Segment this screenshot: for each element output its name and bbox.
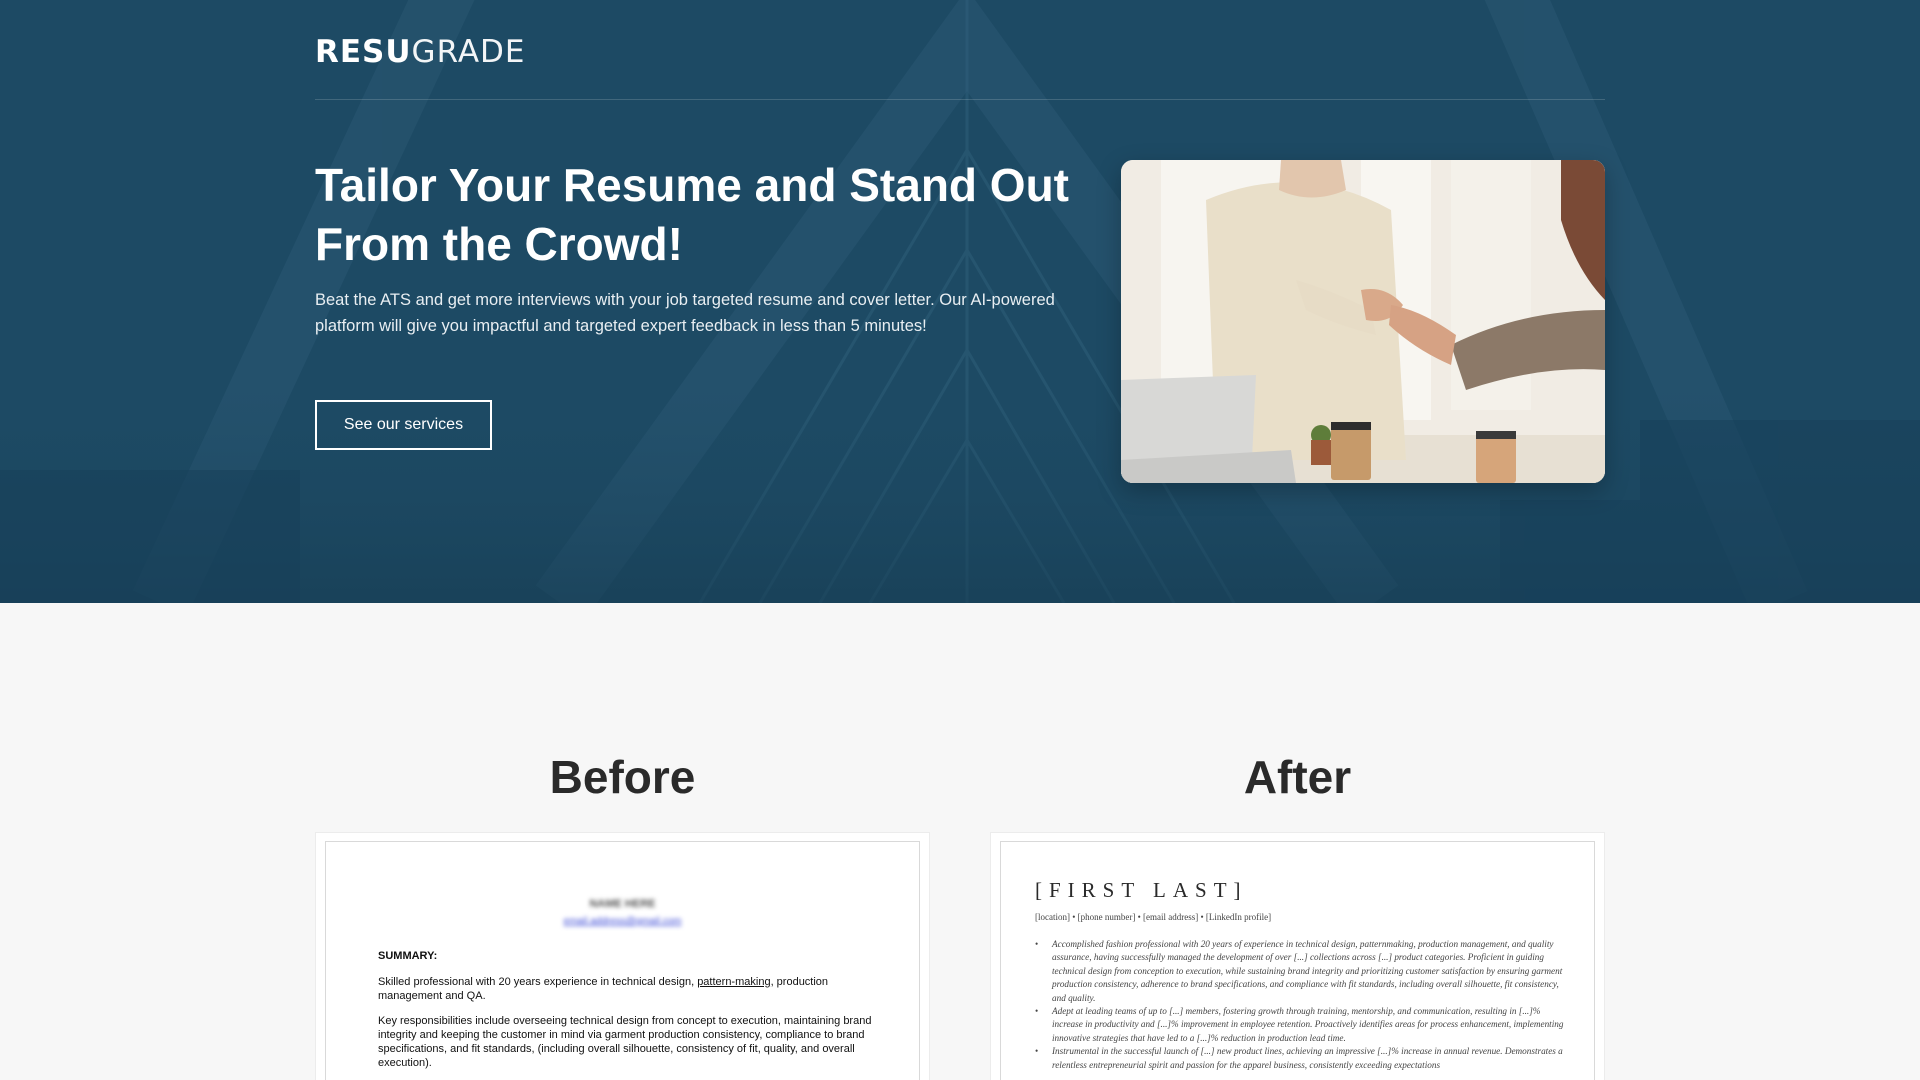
- handshake-image: [1121, 160, 1605, 483]
- resume-name-blurred: NAME HERE: [589, 898, 656, 910]
- list-item: Accomplished fashion professional with 2…: [1035, 938, 1565, 1005]
- resume-email-blurred: email.address@gmail.com: [563, 916, 682, 927]
- logo[interactable]: RESUGRADE: [315, 34, 526, 70]
- after-heading: After: [1243, 751, 1352, 803]
- header-divider: [315, 99, 1605, 100]
- summary-link-text: pattern-making: [697, 976, 771, 988]
- list-item: Adept at leading teams of up to [...] me…: [1035, 1005, 1565, 1045]
- handshake-photo-icon: [1121, 160, 1605, 483]
- before-resume-card: NAME HERE email.address@gmail.com SUMMAR…: [315, 832, 930, 1080]
- resume-contact-line: [location] • [phone number] • [email add…: [1035, 912, 1272, 922]
- resume-name-placeholder: [FIRST LAST]: [1035, 878, 1248, 902]
- hero-section: RESUGRADE Tailor Your Resume and Stand O…: [0, 0, 1920, 603]
- before-heading: Before: [549, 751, 696, 803]
- after-resume-card: [FIRST LAST] [location] • [phone number]…: [990, 832, 1605, 1080]
- summary-heading: SUMMARY:: [378, 950, 438, 962]
- logo-bold-text: RESU: [315, 34, 412, 70]
- resume-bullet-list: Accomplished fashion professional with 2…: [1035, 938, 1565, 1072]
- after-resume-page: [FIRST LAST] [location] • [phone number]…: [1000, 841, 1595, 1080]
- summary-text-start: Skilled professional with 20 years exper…: [378, 976, 698, 988]
- hero-subtitle: Beat the ATS and get more interviews wit…: [315, 291, 1055, 335]
- before-resume-page: NAME HERE email.address@gmail.com SUMMAR…: [325, 841, 920, 1080]
- responsibilities-paragraph: Key responsibilities include overseeing …: [378, 1015, 872, 1069]
- hero-container: RESUGRADE Tailor Your Resume and Stand O…: [315, 0, 1605, 603]
- see-services-button[interactable]: See our services: [315, 400, 492, 450]
- hero-title: Tailor Your Resume and Stand Out From th…: [315, 159, 1069, 270]
- list-item: Instrumental in the successful launch of…: [1035, 1045, 1565, 1072]
- summary-paragraph: Skilled professional with 20 years exper…: [378, 975, 878, 1003]
- logo-light-text: GRADE: [411, 34, 526, 70]
